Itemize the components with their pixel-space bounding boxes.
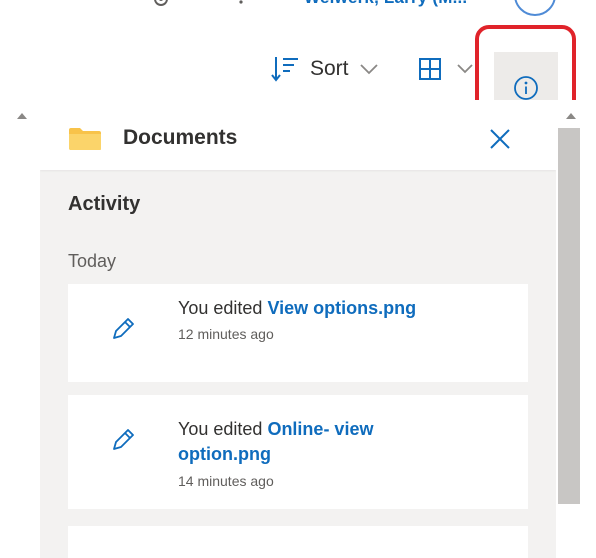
activity-card: You edited View options.png 12 minutes a…: [68, 284, 528, 382]
more-options-icon[interactable]: [238, 0, 244, 6]
left-scroll-gutter: [0, 100, 40, 558]
activity-time: 14 minutes ago: [178, 473, 274, 489]
scrollbar-thumb[interactable]: [558, 128, 580, 504]
info-icon: [514, 76, 538, 100]
activity-verb: You edited: [178, 419, 263, 439]
details-pane: Documents Activity Today You edited View…: [40, 100, 556, 558]
sort-icon: [271, 57, 298, 82]
sort-button[interactable]: Sort: [270, 55, 379, 83]
activity-text: You edited Online- view option.png: [178, 417, 418, 467]
page-title: Documents: [123, 126, 238, 149]
avatar[interactable]: [514, 0, 556, 16]
close-icon[interactable]: [487, 126, 513, 152]
folder-icon: [69, 128, 101, 150]
activity-heading: Activity: [68, 193, 141, 215]
activity-text: You edited View options.png: [178, 296, 478, 321]
top-header-strip: Weiwerk, Larry (M...: [0, 0, 596, 20]
sort-label: Sort: [310, 57, 349, 80]
chevron-down-icon: [457, 64, 473, 74]
user-name[interactable]: Weiwerk, Larry (M...: [304, 0, 467, 8]
scroll-up-arrow-icon[interactable]: [566, 113, 576, 119]
activity-time: 12 minutes ago: [178, 326, 274, 342]
gear-icon[interactable]: [150, 0, 172, 10]
scroll-up-arrow-icon[interactable]: [17, 113, 27, 119]
command-bar: Sort: [0, 20, 596, 122]
activity-file-link[interactable]: View options.png: [267, 298, 416, 318]
chevron-down-icon: [359, 64, 378, 75]
activity-card: [68, 526, 528, 558]
day-label: Today: [68, 251, 117, 271]
pencil-icon: [113, 318, 134, 339]
activity-card: You edited Online- view option.png 14 mi…: [68, 395, 528, 509]
activity-verb: You edited: [178, 298, 263, 318]
details-pane-header: Documents: [40, 100, 556, 170]
view-options-button[interactable]: [418, 55, 474, 83]
pencil-icon: [113, 429, 134, 450]
grid-view-icon: [419, 58, 441, 80]
